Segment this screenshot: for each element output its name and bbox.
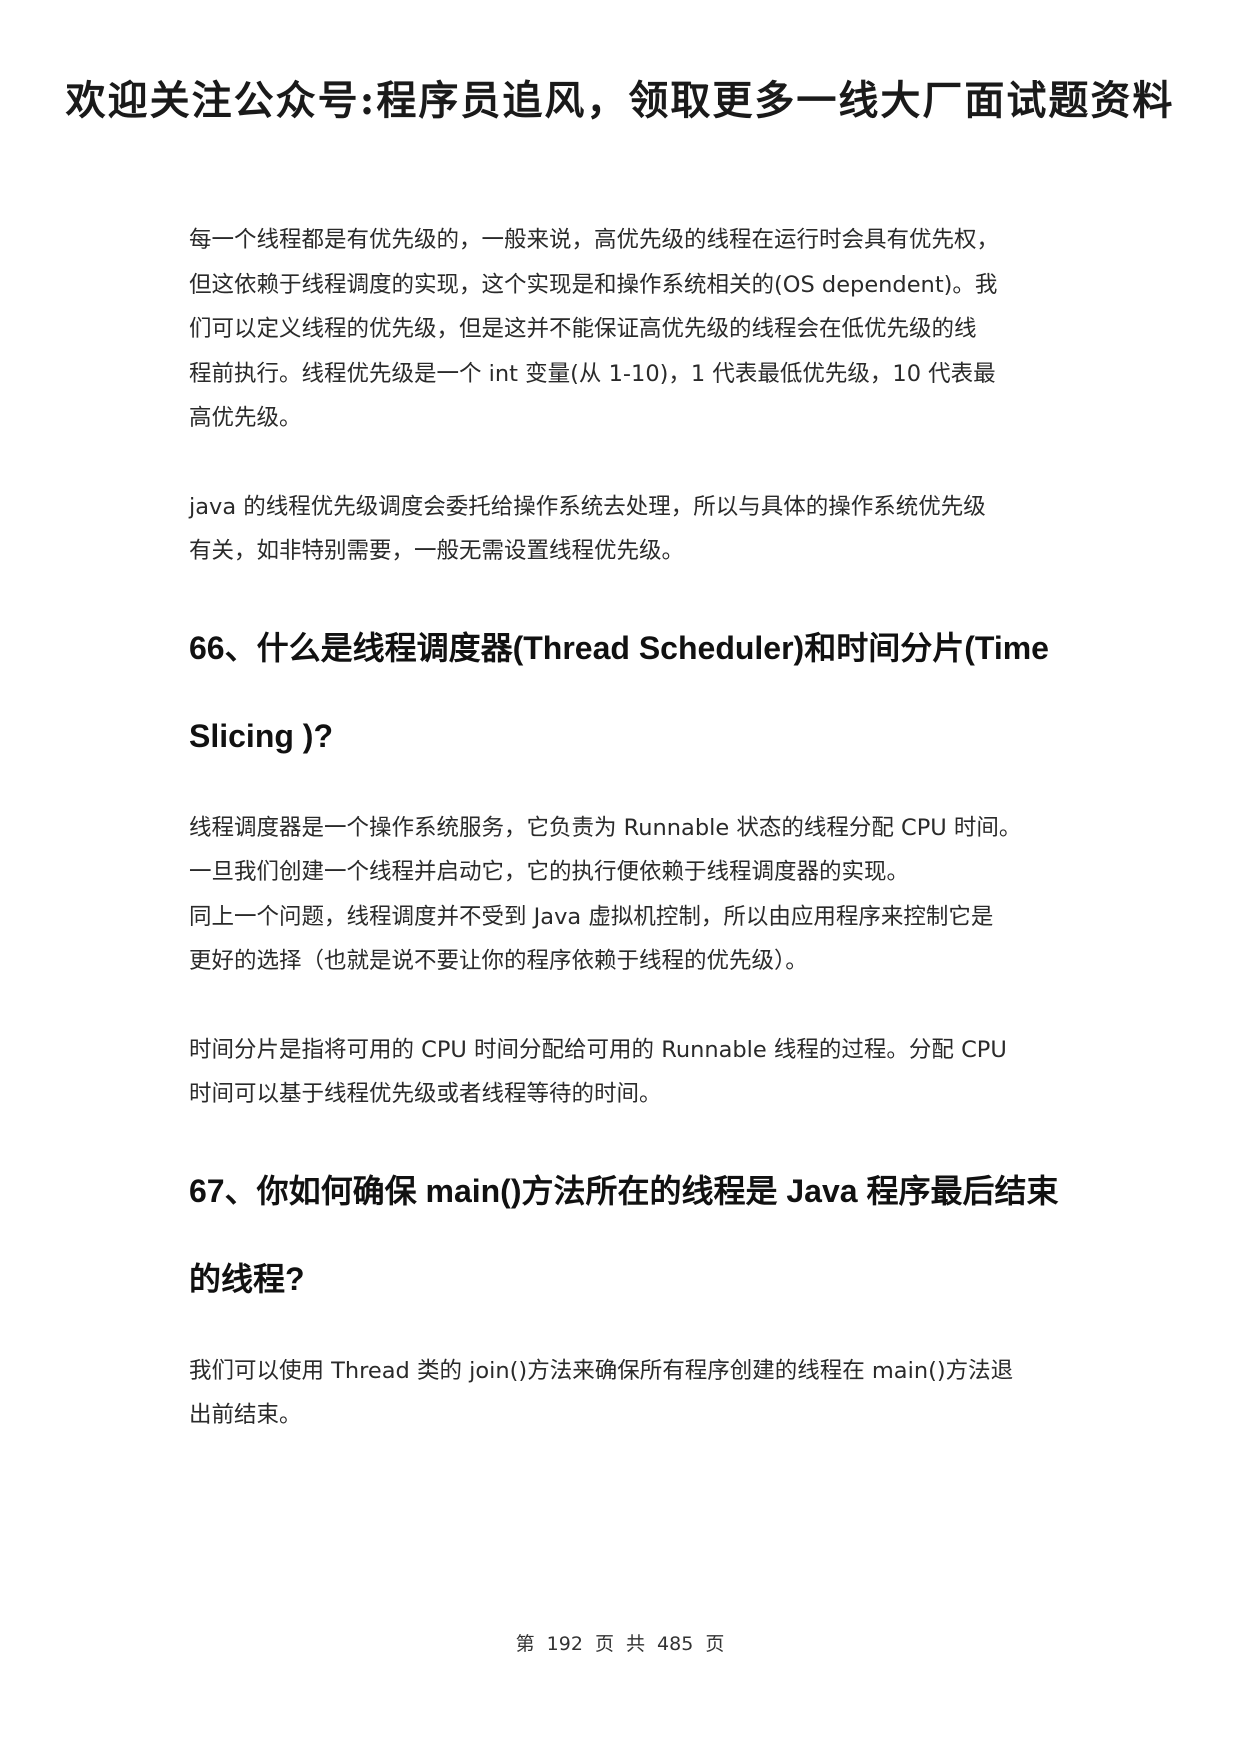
heading-line: Slicing )? (189, 717, 333, 754)
text-line: java 的线程优先级调度会委托给操作系统去处理，所以与具体的操作系统优先级 (189, 493, 986, 520)
text-line: 同上一个问题，线程调度并不受到 Java 虚拟机控制，所以由应用程序来控制它是 (189, 903, 994, 930)
document-body: 每一个线程都是有优先级的，一般来说，高优先级的线程在运行时会具有优先权， 但这依… (189, 218, 1061, 1438)
text-line: 出前结束。 (189, 1402, 302, 1428)
text-line: 更好的选择（也就是说不要让你的程序依赖于线程的优先级）。 (189, 948, 808, 974)
text-line: 时间可以基于线程优先级或者线程等待的时间。 (189, 1081, 662, 1107)
text-line: 时间分片是指将可用的 CPU 时间分配给可用的 Runnable 线程的过程。分… (189, 1036, 1007, 1063)
paragraph-thread-priority: 每一个线程都是有优先级的，一般来说，高优先级的线程在运行时会具有优先权， 但这依… (189, 218, 1061, 441)
heading-line: 66、什么是线程调度器(Thread Scheduler)和时间分片(Time (189, 629, 1049, 666)
text-line: 每一个线程都是有优先级的，一般来说，高优先级的线程在运行时会具有优先权， (189, 227, 1000, 253)
paragraph-thread-scheduler: 线程调度器是一个操作系统服务，它负责为 Runnable 状态的线程分配 CPU… (189, 806, 1061, 984)
heading-line: 的线程? (189, 1260, 305, 1297)
paragraph-join-method: 我们可以使用 Thread 类的 join()方法来确保所有程序创建的线程在 m… (189, 1349, 1061, 1438)
promo-banner: 欢迎关注公众号:程序员追风，领取更多一线大厂面试题资料 (65, 77, 1175, 124)
page-number: 第 192 页 共 485 页 (515, 1633, 725, 1655)
text-line: 一旦我们创建一个线程并启动它，它的执行便依赖于线程调度器的实现。 (189, 859, 910, 885)
text-line: 但这依赖于线程调度的实现，这个实现是和操作系统相关的(OS dependent)… (189, 271, 998, 298)
text-line: 程前执行。线程优先级是一个 int 变量(从 1-10)，1 代表最低优先级，1… (189, 360, 996, 387)
text-line: 线程调度器是一个操作系统服务，它负责为 Runnable 状态的线程分配 CPU… (189, 814, 1022, 841)
text-line: 们可以定义线程的优先级，但是这并不能保证高优先级的线程会在低优先级的线 (189, 316, 977, 342)
text-line: 高优先级。 (189, 405, 302, 431)
paragraph-java-priority: java 的线程优先级调度会委托给操作系统去处理，所以与具体的操作系统优先级 有… (189, 485, 1061, 574)
paragraph-time-slicing: 时间分片是指将可用的 CPU 时间分配给可用的 Runnable 线程的过程。分… (189, 1028, 1061, 1117)
text-line: 有关，如非特别需要，一般无需设置线程优先级。 (189, 538, 685, 564)
heading-line: 67、你如何确保 main()方法所在的线程是 Java 程序最后结束 (189, 1172, 1059, 1209)
heading-question-66: 66、什么是线程调度器(Thread Scheduler)和时间分片(Time … (189, 604, 1061, 780)
text-line: 我们可以使用 Thread 类的 join()方法来确保所有程序创建的线程在 m… (189, 1357, 1014, 1384)
heading-question-67: 67、你如何确保 main()方法所在的线程是 Java 程序最后结束 的线程? (189, 1147, 1061, 1323)
